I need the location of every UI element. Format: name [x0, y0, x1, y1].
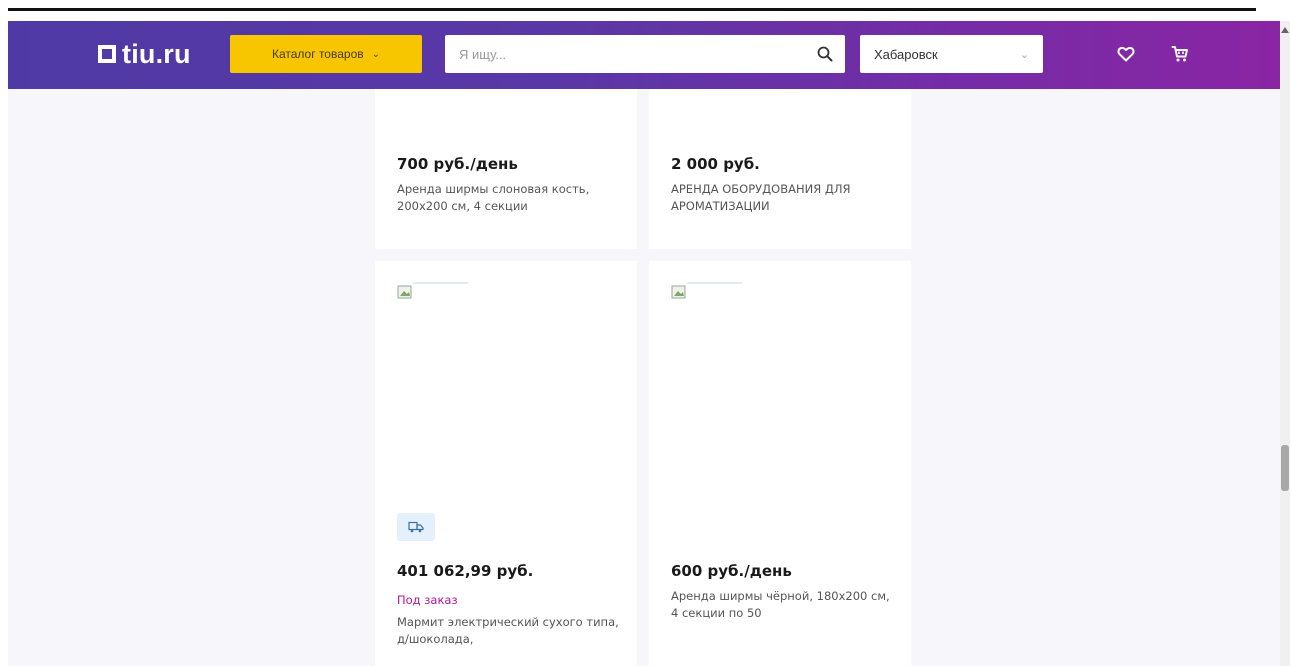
site-logo[interactable]: tiu.ru [98, 39, 191, 69]
chevron-down-icon: ⌄ [1019, 48, 1029, 61]
product-card[interactable]: 700 руб./день Аренда ширмы слоновая кост… [375, 89, 637, 249]
chevron-down-icon: ⌄ [371, 48, 381, 60]
product-price: 401 062,99 руб. [397, 562, 534, 580]
city-select-value: Хабаровск [874, 46, 938, 62]
scrollbar-thumb[interactable] [1281, 445, 1289, 491]
product-title[interactable]: Мармит электрический сухого типа, д/шоко… [397, 614, 622, 650]
order-status: Под заказ [397, 593, 458, 607]
browser-viewport: tiu.ru Каталог товаров ⌄ Хабаровск ⌄ [8, 21, 1280, 666]
city-select[interactable]: Хабаровск ⌄ [860, 35, 1043, 73]
product-price: 2 000 руб. [671, 155, 760, 173]
product-card[interactable]: 401 062,99 руб. Под заказ Мармит электри… [375, 261, 637, 666]
product-price: 700 руб./день [397, 155, 518, 173]
search-box [445, 35, 845, 73]
product-card[interactable]: 2 000 руб. АРЕНДА ОБОРУДОВАНИЯ ДЛЯ АРОМА… [649, 89, 911, 249]
logo-text: tiu.ru [122, 38, 191, 69]
product-title[interactable]: Аренда ширмы слоновая кость, 200x200 см,… [397, 181, 622, 217]
catalog-button-label: Каталог товаров [271, 47, 364, 61]
product-price: 600 руб./день [671, 562, 792, 580]
page-scrollbar[interactable] [1280, 21, 1290, 666]
broken-image-icon [671, 282, 742, 299]
cart-button[interactable] [1169, 43, 1191, 65]
heart-icon [1117, 46, 1135, 62]
product-title[interactable]: АРЕНДА ОБОРУДОВАНИЯ ДЛЯ АРОМАТИЗАЦИИ [671, 181, 896, 217]
catalog-button[interactable]: Каталог товаров ⌄ [230, 35, 422, 73]
product-title[interactable]: Аренда ширмы чёрной, 180x200 см, 4 секци… [671, 588, 896, 624]
search-input[interactable] [445, 35, 805, 73]
search-icon [817, 46, 833, 62]
truck-icon [408, 521, 424, 533]
delivery-badge [397, 513, 435, 541]
scroll-up-arrow-icon[interactable] [1281, 27, 1289, 33]
broken-image-icon [397, 282, 468, 299]
favorites-button[interactable] [1115, 43, 1137, 65]
search-button[interactable] [805, 35, 845, 73]
product-card[interactable]: 600 руб./день Аренда ширмы чёрной, 180x2… [649, 261, 911, 666]
logo-square-icon [98, 45, 116, 63]
cart-icon [1171, 46, 1188, 62]
top-border-line [8, 8, 1256, 11]
site-header: tiu.ru Каталог товаров ⌄ Хабаровск ⌄ [8, 21, 1280, 89]
